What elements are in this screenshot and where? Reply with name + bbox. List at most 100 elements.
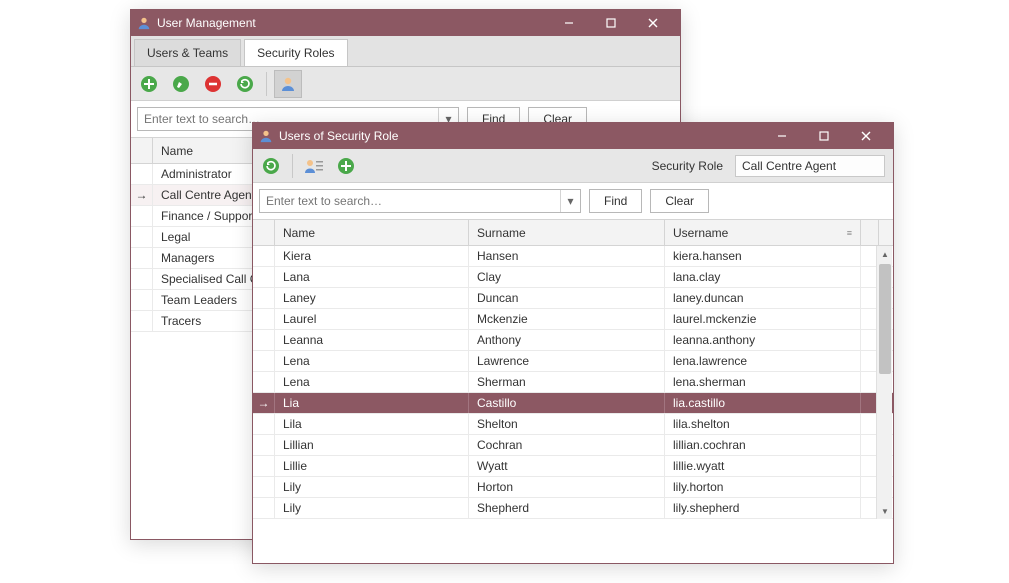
table-row[interactable]: LaurelMckenzielaurel.mckenzie (253, 309, 893, 330)
cell-username: lia.castillo (665, 393, 861, 413)
toolbar-separator (266, 72, 267, 96)
cell-name: Laurel (275, 309, 469, 329)
row-indicator (131, 206, 153, 226)
row-indicator (253, 351, 275, 371)
minimize-button[interactable] (548, 10, 590, 36)
tab-security-roles[interactable]: Security Roles (244, 39, 347, 66)
cell-surname: Shelton (469, 414, 665, 434)
table-row[interactable]: LillieWyattlillie.wyatt (253, 456, 893, 477)
close-button[interactable] (632, 10, 674, 36)
titlebar[interactable]: User Management (131, 10, 680, 36)
table-row[interactable]: LeannaAnthonyleanna.anthony (253, 330, 893, 351)
refresh-button[interactable] (231, 70, 259, 98)
row-indicator (131, 248, 153, 268)
window-title: User Management (157, 16, 548, 30)
row-indicator (253, 267, 275, 287)
cell-surname: Mckenzie (469, 309, 665, 329)
row-indicator (131, 227, 153, 247)
col-surname[interactable]: Surname (469, 220, 665, 245)
cell-name: Lana (275, 267, 469, 287)
cell-username: laney.duncan (665, 288, 861, 308)
scroll-thumb[interactable] (879, 264, 891, 374)
cell-surname: Hansen (469, 246, 665, 266)
row-indicator (253, 330, 275, 350)
table-row[interactable]: LanaClaylana.clay (253, 267, 893, 288)
row-indicator (131, 290, 153, 310)
table-row[interactable]: LilyHortonlily.horton (253, 477, 893, 498)
toolbar-separator (292, 154, 293, 178)
delete-button[interactable] (199, 70, 227, 98)
row-indicator (253, 288, 275, 308)
grid-header: Name Surname Username≡ (253, 220, 893, 246)
row-indicator (253, 414, 275, 434)
cell-name: Lily (275, 498, 469, 518)
cell-username: lillie.wyatt (665, 456, 861, 476)
table-row[interactable]: →LiaCastillolia.castillo (253, 393, 893, 414)
cell-surname: Clay (469, 267, 665, 287)
vertical-scrollbar[interactable]: ▲ ▼ (876, 246, 892, 519)
cell-surname: Duncan (469, 288, 665, 308)
table-row[interactable]: KieraHansenkiera.hansen (253, 246, 893, 267)
table-row[interactable]: LilyShepherdlily.shepherd (253, 498, 893, 519)
col-spacer (861, 220, 879, 245)
cell-username: lana.clay (665, 267, 861, 287)
window-users-of-role: Users of Security Role Security Role Cal… (252, 122, 894, 564)
titlebar[interactable]: Users of Security Role (253, 123, 893, 149)
table-row[interactable]: LilaSheltonlila.shelton (253, 414, 893, 435)
cell-name: Kiera (275, 246, 469, 266)
add-button[interactable] (135, 70, 163, 98)
table-row[interactable]: LenaLawrencelena.lawrence (253, 351, 893, 372)
cell-surname: Lawrence (469, 351, 665, 371)
maximize-button[interactable] (590, 10, 632, 36)
row-indicator (131, 311, 153, 331)
cell-username: lily.shepherd (665, 498, 861, 518)
cell-name: Lila (275, 414, 469, 434)
search-input[interactable] (260, 190, 560, 212)
search-combo[interactable]: ▾ (259, 189, 581, 213)
minimize-button[interactable] (761, 123, 803, 149)
cell-name: Leanna (275, 330, 469, 350)
user-list-button[interactable] (300, 152, 328, 180)
col-username[interactable]: Username≡ (665, 220, 861, 245)
close-button[interactable] (845, 123, 887, 149)
cell-name: Lily (275, 477, 469, 497)
cell-surname: Sherman (469, 372, 665, 392)
table-row[interactable]: LaneyDuncanlaney.duncan (253, 288, 893, 309)
cell-username: leanna.anthony (665, 330, 861, 350)
tab-users-teams[interactable]: Users & Teams (134, 39, 241, 66)
tabs: Users & Teams Security Roles (131, 36, 680, 67)
sort-asc-icon: ≡ (847, 228, 852, 238)
cell-name: Lena (275, 351, 469, 371)
edit-button[interactable] (167, 70, 195, 98)
cell-username: lila.shelton (665, 414, 861, 434)
cell-name: Laney (275, 288, 469, 308)
find-button[interactable]: Find (589, 189, 642, 213)
table-row[interactable]: LenaShermanlena.sherman (253, 372, 893, 393)
user-icon (137, 16, 151, 30)
refresh-button[interactable] (257, 152, 285, 180)
toolbar (131, 67, 680, 101)
cell-username: kiera.hansen (665, 246, 861, 266)
table-row[interactable]: LillianCochranlillian.cochran (253, 435, 893, 456)
row-indicator: → (253, 393, 275, 413)
add-user-button[interactable] (332, 152, 360, 180)
cell-username: lillian.cochran (665, 435, 861, 455)
row-indicator (253, 372, 275, 392)
row-indicator (253, 309, 275, 329)
toolbar: Security Role Call Centre Agent (253, 149, 893, 183)
scroll-down-button[interactable]: ▼ (877, 503, 893, 519)
scroll-up-button[interactable]: ▲ (877, 246, 893, 262)
users-of-role-button[interactable] (274, 70, 302, 98)
window-title: Users of Security Role (279, 129, 761, 143)
cell-surname: Horton (469, 477, 665, 497)
row-indicator (253, 498, 275, 518)
maximize-button[interactable] (803, 123, 845, 149)
cell-username: laurel.mckenzie (665, 309, 861, 329)
search-bar: ▾ Find Clear (253, 183, 893, 219)
row-indicator: → (131, 185, 153, 205)
search-dropdown-button[interactable]: ▾ (560, 190, 580, 212)
role-label: Security Role (364, 159, 731, 173)
role-field[interactable]: Call Centre Agent (735, 155, 885, 177)
col-name[interactable]: Name (275, 220, 469, 245)
clear-button[interactable]: Clear (650, 189, 709, 213)
